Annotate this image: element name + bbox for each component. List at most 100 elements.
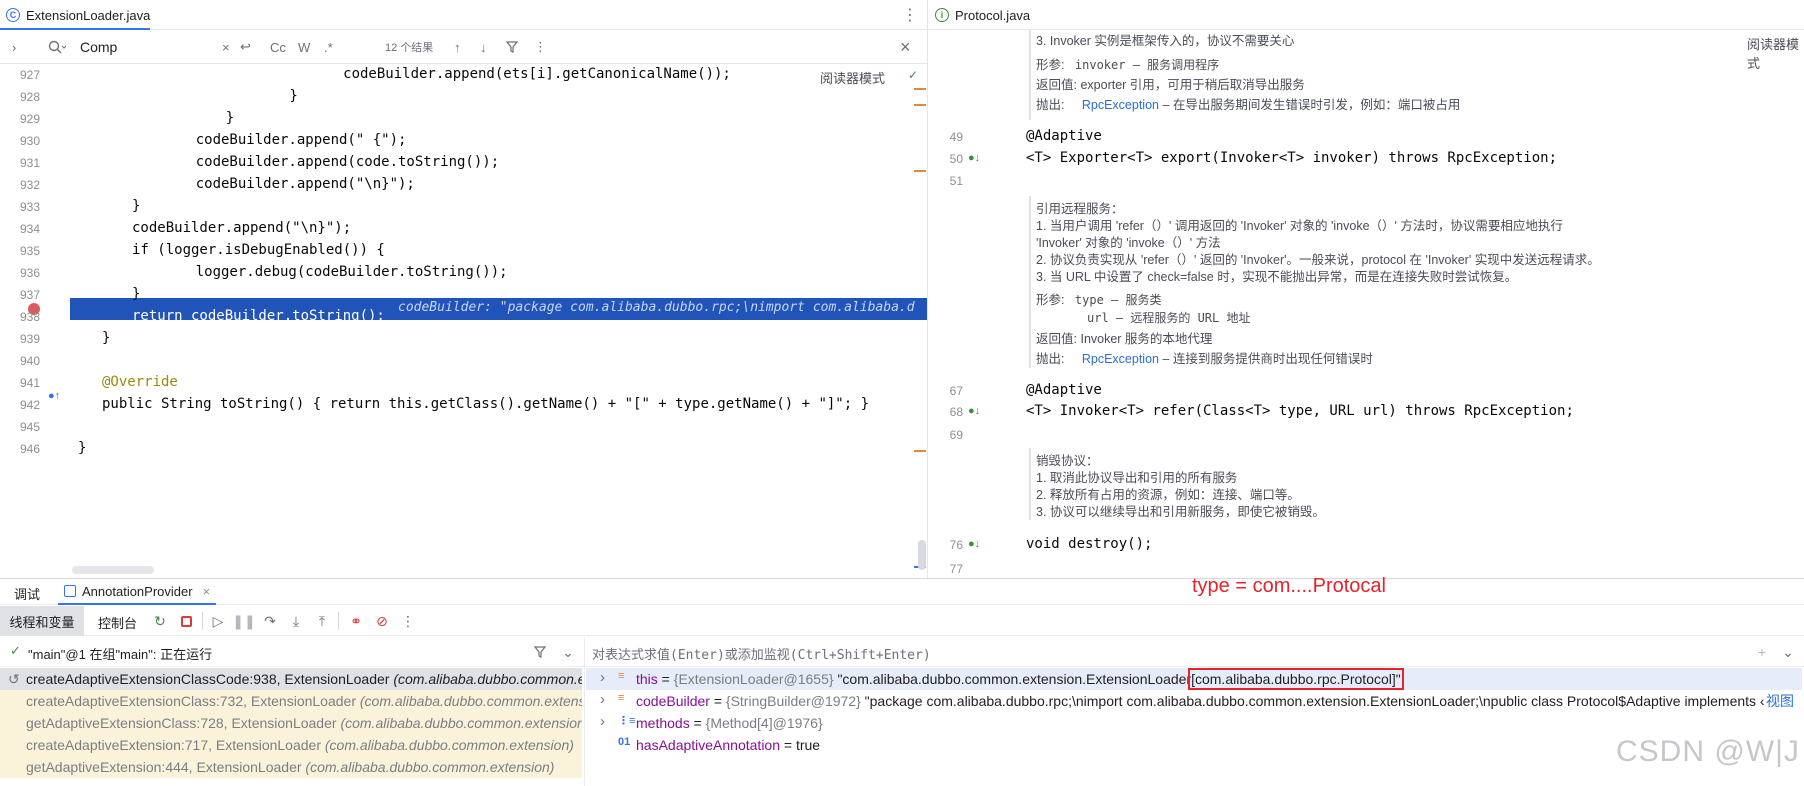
resume-icon[interactable]: ▷ bbox=[208, 611, 228, 631]
rpcexception-link[interactable]: RpcException bbox=[1082, 352, 1159, 366]
match-case-button[interactable]: Cc bbox=[270, 30, 286, 64]
stack-frame[interactable]: createAdaptiveExtensionClass:732, Extens… bbox=[0, 690, 582, 712]
tab-console[interactable]: 控制台 bbox=[98, 613, 137, 632]
pause-icon[interactable]: ❚❚ bbox=[232, 611, 255, 631]
thread-ok-icon: ✓ bbox=[10, 643, 21, 658]
doc-line: 销毁协议： bbox=[1036, 454, 1099, 468]
frame-package: (com.alibaba.dubbo.common.extension) bbox=[324, 737, 574, 753]
code-line: return codeBuilder.toString(); bbox=[132, 308, 385, 324]
step-out-icon[interactable]: ⤒ bbox=[312, 611, 332, 631]
line-number: 68 bbox=[949, 405, 963, 419]
annotation-adaptive: @Adaptive bbox=[1026, 128, 1102, 144]
variable-row[interactable]: methods = {Method[4]@1976} bbox=[636, 712, 823, 734]
next-match-icon[interactable]: ↓ bbox=[480, 30, 487, 64]
overrides-icon[interactable]: ●↑ bbox=[48, 390, 60, 402]
add-watch-icon[interactable]: + bbox=[1752, 642, 1772, 662]
expand-chevron-icon[interactable]: › bbox=[600, 691, 605, 708]
code-line: } bbox=[78, 440, 87, 456]
line-number: 932 bbox=[19, 178, 40, 192]
rpcexception-link[interactable]: RpcException bbox=[1082, 98, 1159, 112]
clear-search-icon[interactable]: × bbox=[222, 30, 230, 64]
tab-threads-variables[interactable]: 线程和变量 bbox=[0, 606, 84, 636]
scroll-marker bbox=[914, 450, 926, 452]
doc-line: 3. Invoker 实例是框架传入的，协议不需要关心 bbox=[1036, 34, 1295, 48]
stack-frame[interactable]: getAdaptiveExtensionClass:728, Extension… bbox=[0, 712, 582, 734]
close-tab-icon[interactable]: × bbox=[203, 584, 211, 599]
find-bar: › Comp × ↩ Cc W .* 12 个结果 ↑ ↓ ⋮ × bbox=[0, 30, 927, 64]
doc-value: – 连接到服务提供商时出现任何错误时 bbox=[1162, 352, 1373, 366]
prev-match-icon[interactable]: ↑ bbox=[454, 30, 461, 64]
view-link[interactable]: 视图 bbox=[1764, 690, 1794, 712]
find-options-icon[interactable]: ⋮ bbox=[534, 30, 547, 64]
frame-package: (com.alibaba.dubbo.common.extens bbox=[359, 693, 582, 709]
more-options-icon[interactable]: ⋮ bbox=[900, 0, 920, 30]
implemented-icon[interactable]: ●↓ bbox=[968, 538, 980, 550]
regex-button[interactable]: .* bbox=[324, 30, 333, 64]
stack-frame[interactable]: createAdaptiveExtensionClassCode:938, Ex… bbox=[0, 668, 582, 690]
tab-title: AnnotationProvider bbox=[82, 583, 193, 599]
variable-ref: {Method[4]@1976} bbox=[705, 715, 823, 731]
expand-chevron-icon[interactable]: › bbox=[600, 669, 605, 686]
line-number: 927 bbox=[19, 68, 40, 82]
mute-breakpoints-icon[interactable]: ⊘ bbox=[372, 611, 392, 631]
inline-value-hint: codeBuilder: "package com.alibaba.dubbo.… bbox=[398, 300, 915, 315]
chevron-down-icon[interactable]: ⌄ bbox=[558, 642, 578, 662]
interface-file-icon: i bbox=[935, 8, 949, 22]
debug-title: 调试 bbox=[14, 587, 41, 602]
expand-replace-icon[interactable]: › bbox=[12, 30, 16, 64]
variable-row[interactable]: this = {ExtensionLoader@1655} "com.aliba… bbox=[636, 668, 1404, 690]
horizontal-scrollbar[interactable] bbox=[72, 566, 154, 574]
doc-value: – 在导出服务期间发生错误时引发，例如：端口被占用 bbox=[1162, 98, 1461, 112]
config-icon bbox=[64, 585, 76, 597]
doc-return: 返回值: Invoker 服务的本地代理 bbox=[1036, 330, 1736, 348]
vertical-scrollbar[interactable] bbox=[918, 540, 926, 570]
code-line: if (logger.isDebugEnabled()) { bbox=[132, 242, 385, 258]
rerun-icon[interactable]: ↻ bbox=[150, 611, 170, 631]
class-file-icon: C bbox=[6, 8, 20, 22]
step-into-icon[interactable]: ⤓ bbox=[286, 611, 306, 631]
more-actions-icon[interactable]: ⋮ bbox=[398, 611, 418, 631]
tab-title: Protocol.java bbox=[955, 7, 1031, 23]
scroll-marker bbox=[914, 88, 926, 90]
variable-row[interactable]: codeBuilder = {StringBuilder@1972} "pack… bbox=[636, 690, 1776, 712]
stack-frame[interactable]: getAdaptiveExtension:444, ExtensionLoade… bbox=[0, 756, 582, 778]
line-number: 49 bbox=[949, 130, 963, 144]
step-over-icon[interactable]: ↷ bbox=[260, 611, 280, 631]
whole-word-button[interactable]: W bbox=[298, 30, 310, 64]
implemented-icon[interactable]: ●↓ bbox=[968, 152, 980, 164]
line-number: 76 bbox=[949, 538, 963, 552]
variable-row[interactable]: hasAdaptiveAnnotation = true bbox=[636, 734, 820, 756]
filter-icon[interactable] bbox=[506, 30, 518, 64]
code-line: } bbox=[132, 198, 141, 214]
code-line: logger.debug(codeBuilder.toString()); bbox=[162, 264, 508, 280]
variable-name: hasAdaptiveAnnotation bbox=[636, 737, 780, 753]
search-input[interactable]: Comp bbox=[80, 30, 117, 64]
debug-toolbar: 线程和变量 控制台 ↻ ▷ ❚❚ ↷ ⤓ ⤒ ⚭ ⊘ ⋮ bbox=[0, 606, 1804, 636]
implemented-icon[interactable]: ●↓ bbox=[968, 405, 980, 417]
tab-protocol[interactable]: i Protocol.java bbox=[935, 0, 1045, 30]
filter-frames-icon[interactable] bbox=[530, 642, 550, 662]
view-breakpoints-icon[interactable]: ⚭ bbox=[346, 611, 366, 631]
expand-chevron-icon[interactable]: › bbox=[600, 713, 605, 730]
doc-line: 2. 协议负责实现从 'refer（）' 返回的 'Invoker'。一般来说，… bbox=[1036, 253, 1600, 267]
line-number: 50 bbox=[949, 152, 963, 166]
chevron-down-icon[interactable]: ⌄ bbox=[1778, 642, 1798, 662]
line-number: 77 bbox=[949, 562, 963, 576]
reader-mode-toggle[interactable]: 阅读器模式 bbox=[820, 68, 885, 86]
object-field-icon: ⋮≡ bbox=[618, 715, 636, 727]
line-number: 931 bbox=[19, 156, 40, 170]
stop-icon[interactable] bbox=[176, 611, 196, 631]
line-number: 941 bbox=[19, 376, 40, 390]
doc-return: 返回值: exporter 引用，可用于稍后取消导出服务 bbox=[1036, 76, 1736, 94]
right-editor: i Protocol.java 阅读器模式 3. Invoker 实例是框架传入… bbox=[929, 0, 1804, 578]
doc-line: 1. 当用户调用 'refer（）' 调用返回的 'Invoker' 对象的 '… bbox=[1036, 219, 1563, 233]
evaluate-expression-input[interactable]: 对表达式求值(Enter)或添加监视(Ctrl+Shift+Enter) bbox=[592, 644, 931, 663]
tab-run-config[interactable]: AnnotationProvider × bbox=[58, 579, 217, 605]
thread-selector[interactable]: "main"@1 在组"main": 正在运行 bbox=[28, 644, 212, 663]
multiline-icon[interactable]: ↩ bbox=[240, 30, 251, 64]
close-find-icon[interactable]: × bbox=[900, 30, 911, 64]
tab-extensionloader[interactable]: C ExtensionLoader.java bbox=[0, 0, 156, 30]
stack-frame[interactable]: createAdaptiveExtension:717, ExtensionLo… bbox=[0, 734, 582, 756]
frames-header: ✓ "main"@1 在组"main": 正在运行 ⌄ 对表达式求值(Enter… bbox=[0, 637, 1804, 786]
code-line: codeBuilder.append(code.toString()); bbox=[162, 154, 500, 170]
